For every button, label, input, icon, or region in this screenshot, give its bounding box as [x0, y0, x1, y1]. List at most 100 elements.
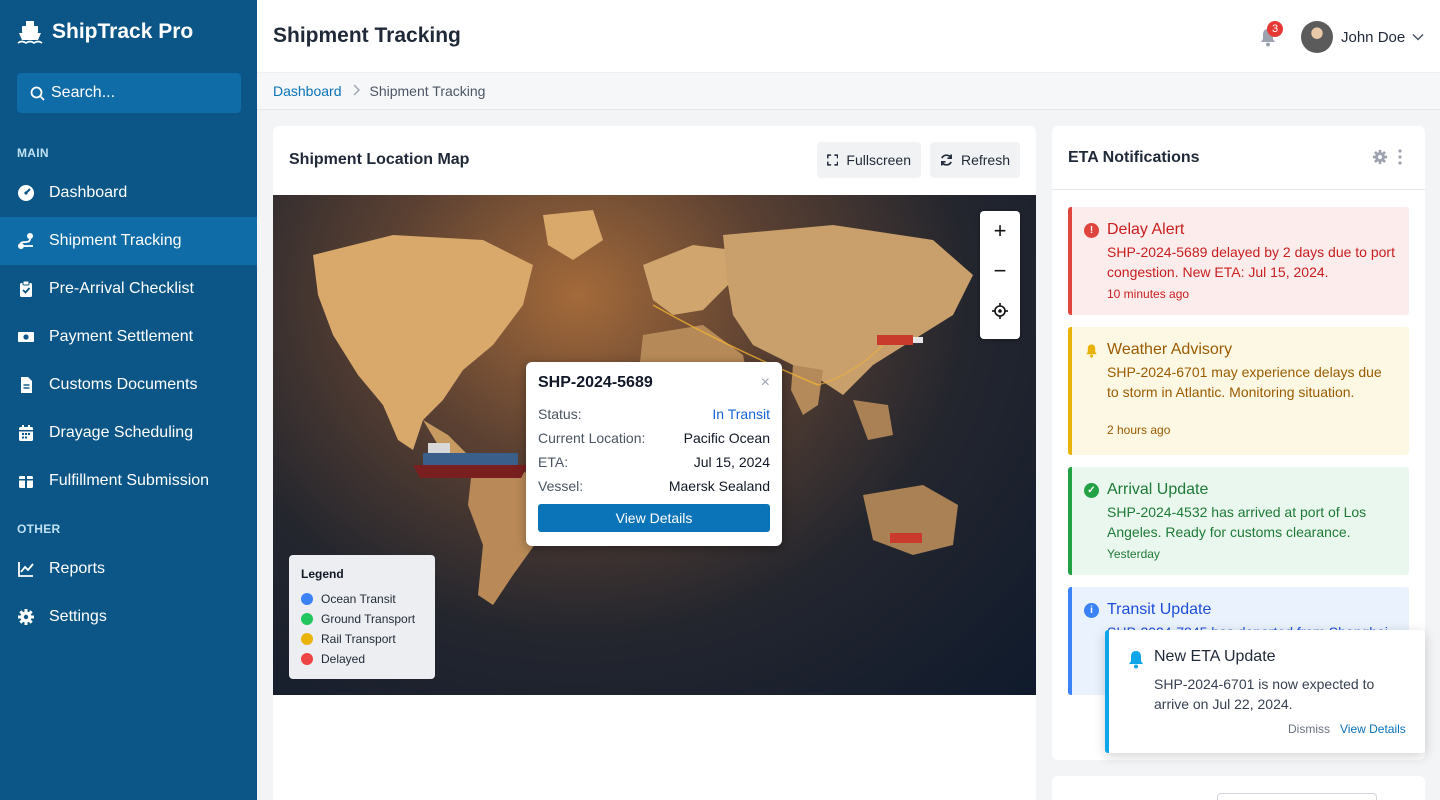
notification-delay-alert[interactable]: ! Delay Alert SHP-2024-5689 delayed by 2…	[1068, 207, 1409, 315]
check-circle-icon: ✓	[1084, 482, 1099, 498]
ship-marker[interactable]	[413, 443, 528, 478]
notification-weather-advisory[interactable]: Weather Advisory SHP-2024-6701 may exper…	[1068, 327, 1409, 455]
notification-title-row: ! Delay Alert	[1084, 219, 1397, 241]
container-marker[interactable]	[890, 533, 922, 543]
notification-body: SHP-2024-5689 delayed by 2 days due to p…	[1107, 244, 1395, 280]
sidebar-item-label: Customs Documents	[49, 376, 198, 393]
filter-select[interactable]	[1217, 793, 1377, 800]
more-vertical-icon[interactable]	[1397, 148, 1403, 166]
popup-details: Status: In Transit Current Location: Pac…	[538, 402, 770, 498]
legend-item: Ocean Transit	[301, 589, 423, 609]
alert-circle-icon: !	[1084, 222, 1099, 238]
legend-item: Ground Transport	[301, 609, 423, 629]
bell-icon	[1086, 344, 1097, 358]
popup-row-key: Vessel:	[538, 478, 584, 494]
box-icon	[17, 472, 35, 490]
popup-row-value: In Transit	[712, 406, 770, 422]
top-header: Shipment Tracking 3 John Doe	[257, 0, 1440, 73]
zoom-in-button[interactable]: +	[980, 211, 1020, 251]
notification-time: 10 minutes ago	[1107, 287, 1190, 301]
legend-dot-delayed	[301, 653, 313, 665]
gear-icon[interactable]	[1372, 149, 1388, 165]
sidebar-item-fulfillment-submission[interactable]: Fulfillment Submission	[0, 457, 257, 505]
sidebar-item-pre-arrival-checklist[interactable]: Pre-Arrival Checklist	[0, 265, 257, 313]
popup-row-key: Current Location:	[538, 430, 646, 446]
sidebar-item-dashboard[interactable]: Dashboard	[0, 169, 257, 217]
view-details-button[interactable]: View Details	[538, 504, 770, 532]
user-name[interactable]: John Doe	[1341, 29, 1405, 46]
notification-time: 2 hours ago	[1107, 423, 1171, 437]
shipment-map[interactable]: + − SHP-2024-5689 × Status: In Transit C…	[273, 195, 1036, 695]
expand-icon	[827, 154, 839, 166]
nav-main: Dashboard Shipment Tracking Pre-Arrival …	[0, 169, 257, 505]
popup-row-value: Jul 15, 2024	[693, 454, 770, 470]
notification-title-row: ✓ Arrival Update	[1084, 479, 1397, 501]
info-circle-icon: i	[1084, 602, 1099, 618]
notification-title-row: i Transit Update	[1084, 599, 1397, 621]
zoom-out-button[interactable]: −	[980, 251, 1020, 291]
search-input[interactable]: Search...	[17, 73, 241, 113]
bell-icon	[1129, 651, 1143, 669]
legend-title: Legend	[301, 567, 344, 581]
sidebar: ShipTrack Pro Search... MAIN Dashboard S…	[0, 0, 257, 800]
notification-arrival-update[interactable]: ✓ Arrival Update SHP-2024-4532 has arriv…	[1068, 467, 1409, 575]
route-icon	[17, 232, 35, 250]
sidebar-item-settings[interactable]: Settings	[0, 593, 257, 641]
legend-label: Delayed	[321, 652, 366, 666]
sidebar-item-label: Pre-Arrival Checklist	[49, 280, 194, 297]
eta-card-header: ETA Notifications	[1052, 126, 1425, 190]
sidebar-item-shipment-tracking[interactable]: Shipment Tracking	[0, 217, 257, 265]
sidebar-item-payment-settlement[interactable]: Payment Settlement	[0, 313, 257, 361]
eta-card-title: ETA Notifications	[1068, 149, 1200, 166]
toast-title: New ETA Update	[1154, 648, 1276, 665]
sidebar-item-label: Payment Settlement	[49, 328, 194, 345]
refresh-button[interactable]: Refresh	[930, 142, 1020, 178]
avatar[interactable]	[1301, 21, 1333, 53]
popup-row-location: Current Location: Pacific Ocean	[538, 426, 770, 450]
legend-item: Delayed	[301, 649, 423, 669]
brand[interactable]: ShipTrack Pro	[0, 0, 257, 64]
fullscreen-label: Fullscreen	[846, 152, 911, 168]
notifications-button[interactable]: 3	[1259, 21, 1283, 47]
notification-title: Delay Alert	[1107, 221, 1185, 238]
legend-dot-ground	[301, 613, 313, 625]
sidebar-item-drayage-scheduling[interactable]: Drayage Scheduling	[0, 409, 257, 457]
popup-row-value: Maersk Sealand	[668, 478, 770, 494]
notification-title: Transit Update	[1107, 601, 1212, 618]
shipment-popup: SHP-2024-5689 × Status: In Transit Curre…	[526, 362, 782, 546]
fullscreen-button[interactable]: Fullscreen	[817, 142, 921, 178]
sidebar-item-label: Dashboard	[49, 184, 128, 201]
legend-label: Ground Transport	[321, 612, 416, 626]
sidebar-item-reports[interactable]: Reports	[0, 545, 257, 593]
sidebar-item-label: Drayage Scheduling	[49, 424, 194, 441]
page-title: Shipment Tracking	[273, 24, 461, 47]
refresh-label: Refresh	[960, 152, 1010, 168]
money-icon	[17, 328, 35, 346]
close-icon[interactable]: ×	[761, 374, 770, 392]
popup-row-vessel: Vessel: Maersk Sealand	[538, 474, 770, 498]
toast-body: SHP-2024-6701 is now expected to arrive …	[1154, 676, 1375, 712]
sidebar-item-label: Settings	[49, 608, 107, 625]
toast-dismiss-button[interactable]: Dismiss	[1288, 722, 1330, 736]
breadcrumb-current: Shipment Tracking	[369, 83, 486, 99]
nav-other: Reports Settings	[0, 545, 257, 641]
clipboard-check-icon	[17, 280, 35, 298]
popup-row-eta: ETA: Jul 15, 2024	[538, 450, 770, 474]
legend-dot-rail	[301, 633, 313, 645]
locate-button[interactable]	[980, 291, 1020, 331]
toast-view-details-button[interactable]: View Details	[1340, 722, 1406, 736]
legend-label: Ocean Transit	[321, 592, 396, 606]
legend-item: Rail Transport	[301, 629, 423, 649]
chart-line-icon	[17, 560, 35, 578]
gear-icon	[17, 608, 35, 626]
breadcrumb: Dashboard Shipment Tracking	[257, 73, 1440, 110]
popup-row-value: Pacific Ocean	[683, 430, 770, 446]
legend-label: Rail Transport	[321, 632, 396, 646]
breadcrumb-dashboard-link[interactable]: Dashboard	[273, 83, 342, 99]
legend-dot-ocean	[301, 593, 313, 605]
sidebar-item-customs-documents[interactable]: Customs Documents	[0, 361, 257, 409]
notification-title-row: Weather Advisory	[1084, 339, 1397, 361]
popup-shipment-id: SHP-2024-5689	[538, 374, 653, 391]
chevron-down-icon[interactable]	[1412, 31, 1424, 43]
sidebar-item-label: Shipment Tracking	[49, 232, 182, 249]
